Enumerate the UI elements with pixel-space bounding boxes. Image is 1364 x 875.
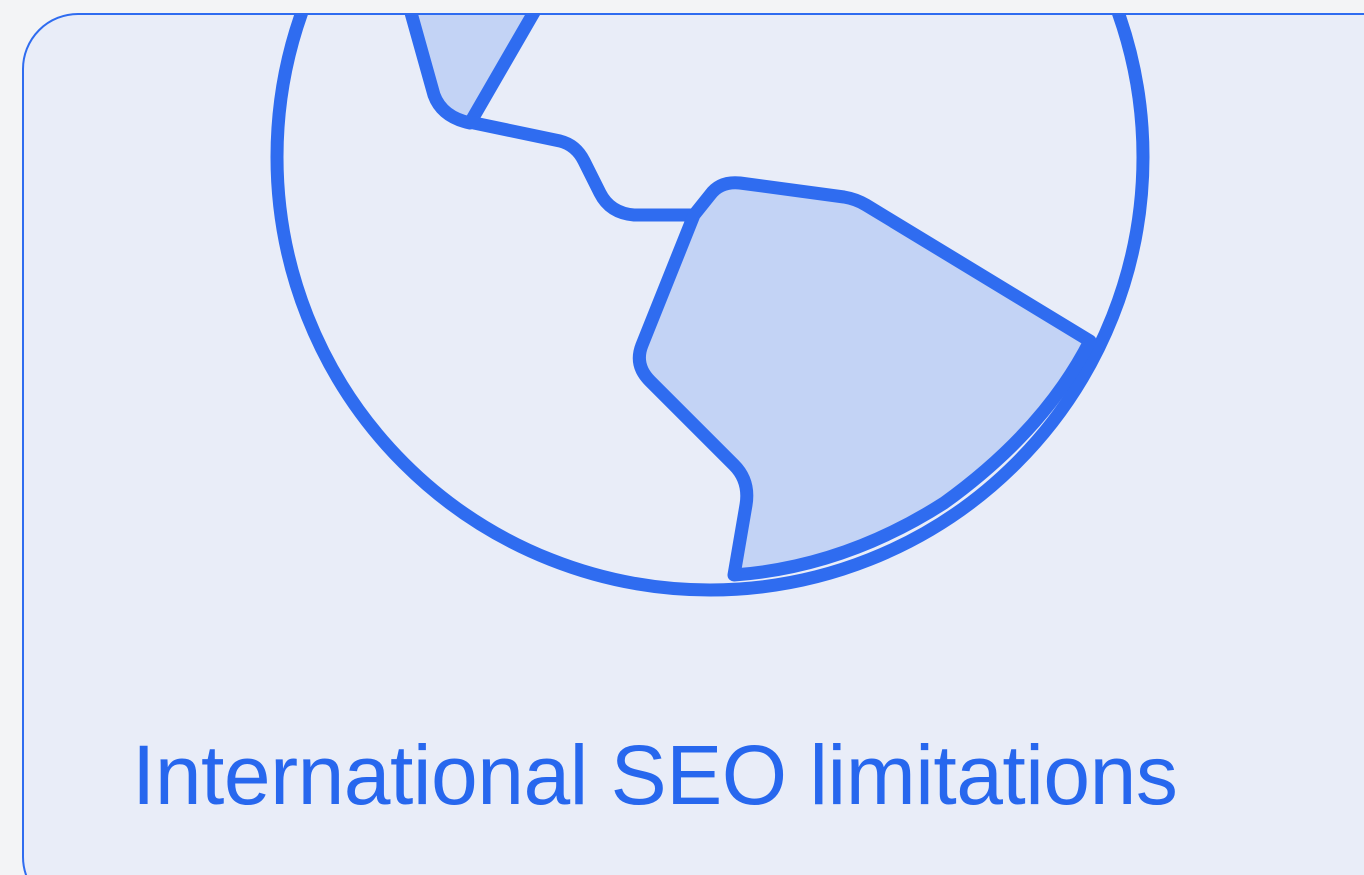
feature-card[interactable]: International SEO limitations: [22, 13, 1364, 875]
page: International SEO limitations: [0, 0, 1364, 875]
north-america-shape: [404, 15, 540, 130]
central-america-line: [467, 116, 701, 222]
card-title: International SEO limitations: [132, 728, 1178, 822]
south-america-shape: [632, 176, 1097, 582]
